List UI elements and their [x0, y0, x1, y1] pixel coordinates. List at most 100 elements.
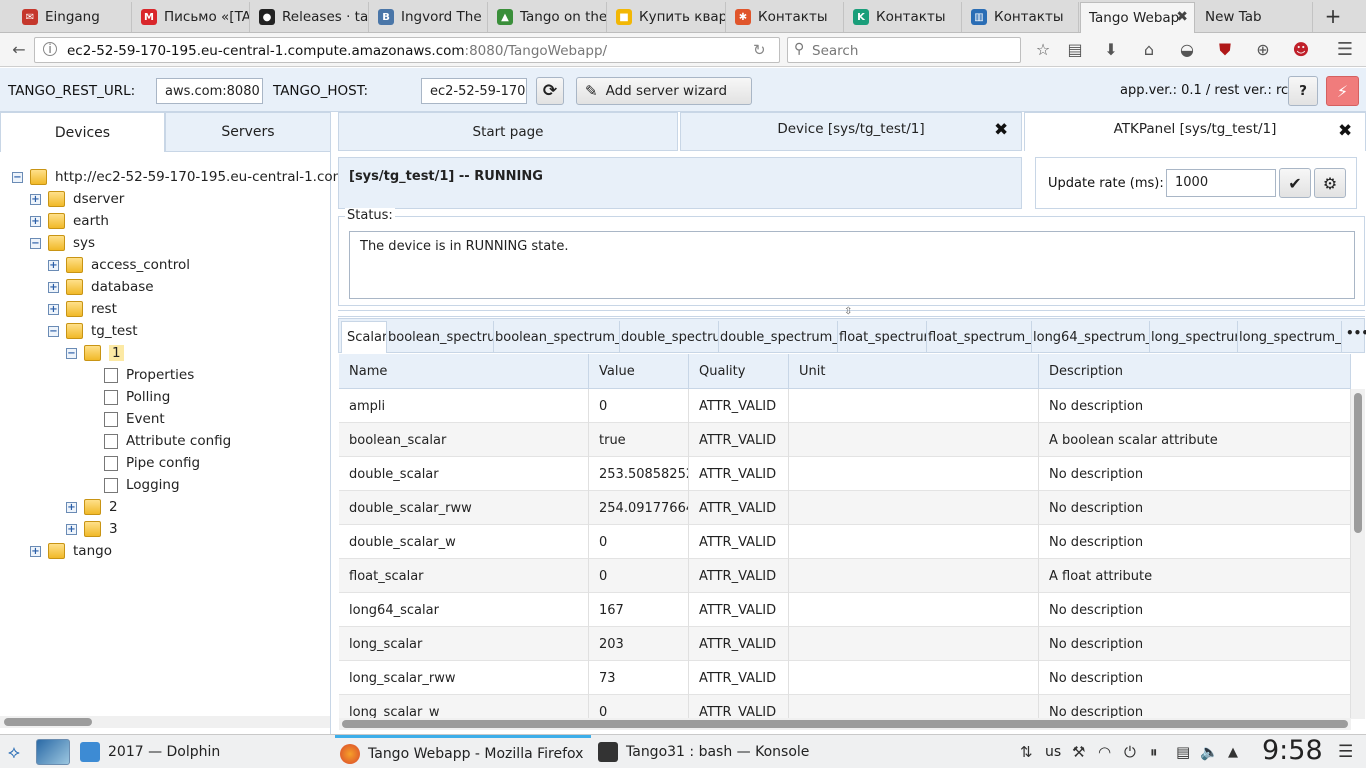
- expand-icon[interactable]: +: [30, 193, 41, 205]
- updates-tray-icon[interactable]: ⚒: [1072, 735, 1085, 769]
- browser-tab[interactable]: ■ Купить квар: [608, 2, 726, 32]
- new-tab-button[interactable]: +: [1320, 4, 1346, 28]
- browser-tab[interactable]: ▲ Tango on the: [489, 2, 607, 32]
- grid-vertical-scrollbar[interactable]: [1351, 389, 1365, 719]
- close-device-tab-icon[interactable]: ✖: [994, 120, 1008, 140]
- desktop-thumb-icon[interactable]: [36, 735, 78, 769]
- grid-hscroll-thumb[interactable]: [342, 720, 1348, 728]
- tree-node-pipe-config[interactable]: Pipe config: [104, 452, 200, 474]
- close-atkpanel-tab-icon[interactable]: ✖: [1338, 121, 1352, 141]
- network-tray-icon[interactable]: ⇅: [1020, 735, 1033, 769]
- browser-tab[interactable]: ▥ Контакты: [963, 2, 1079, 32]
- refresh-button[interactable]: ⟳: [536, 77, 564, 105]
- tree-node-logging[interactable]: Logging: [104, 474, 180, 496]
- table-row[interactable]: double_scalar253.508582528ATTR_VALID No d…: [339, 457, 1351, 491]
- scrollbar-thumb[interactable]: [4, 718, 92, 726]
- tree-node-database[interactable]: + database: [48, 276, 154, 298]
- splitter[interactable]: ⇳: [338, 306, 1365, 317]
- help-button[interactable]: ?: [1288, 76, 1318, 106]
- tree-node-event[interactable]: Event: [104, 408, 165, 430]
- attr-tab-double-spectrum[interactable]: double_spectrum: [620, 321, 719, 353]
- table-row[interactable]: long_scalar_rww 73 ATTR_VALID No descriptio…: [339, 661, 1351, 695]
- back-button-icon[interactable]: ←: [8, 39, 30, 61]
- attr-tab-Scalar[interactable]: Scalar: [341, 321, 387, 353]
- attr-tab-long-spectrum[interactable]: long_spectrum: [1150, 321, 1238, 353]
- close-tab-icon[interactable]: ✖: [1176, 9, 1188, 25]
- tab-servers[interactable]: Servers: [165, 112, 331, 152]
- attr-tab-boolean-spectrum[interactable]: boolean_spectrum: [387, 321, 494, 353]
- tab-start-page[interactable]: Start page: [338, 112, 678, 151]
- settings-button[interactable]: ⚙: [1314, 168, 1346, 198]
- download-icon[interactable]: ⬇: [1100, 39, 1122, 61]
- attr-tab-float-spectrum[interactable]: float_spectrum: [838, 321, 927, 353]
- browser-tab[interactable]: ✱ Контакты: [727, 2, 844, 32]
- target-icon[interactable]: ⊕: [1252, 39, 1274, 61]
- tab-device[interactable]: Device [sys/tg_test/1]: [680, 112, 1022, 151]
- ublock-icon[interactable]: ⛊: [1214, 39, 1236, 61]
- info-icon[interactable]: i: [43, 42, 57, 56]
- tree-node-properties[interactable]: Properties: [104, 364, 194, 386]
- rest-url-input[interactable]: aws.com:8080: [156, 78, 263, 104]
- clipboard-tray-icon[interactable]: ▤: [1176, 735, 1190, 769]
- table-row[interactable]: ampli 0 ATTR_VALID No description: [339, 389, 1351, 423]
- browser-tab[interactable]: K Контакты: [845, 2, 962, 32]
- browser-tab[interactable]: ● Releases · tan: [251, 2, 369, 32]
- tree-node-rest[interactable]: + rest: [48, 298, 117, 320]
- url-bar[interactable]: i ec2-52-59-170-195.eu-central-1.compute…: [34, 37, 780, 63]
- column-header-description[interactable]: Description: [1039, 354, 1351, 389]
- browser-tab[interactable]: B Ingvord The: [370, 2, 488, 32]
- pocket-icon[interactable]: ◒: [1176, 39, 1198, 61]
- task-firefox[interactable]: Tango Webapp - Mozilla Firefox: [335, 735, 591, 769]
- home-icon[interactable]: ⌂: [1138, 39, 1160, 61]
- tree-node-dserver[interactable]: + dserver: [30, 188, 124, 210]
- table-row[interactable]: double_scalar_w 0 ATTR_VALID No description: [339, 525, 1351, 559]
- search-input[interactable]: ⚲ Search: [787, 37, 1021, 63]
- menu-icon[interactable]: ☰: [1334, 39, 1356, 61]
- horizontal-scrollbar[interactable]: [0, 716, 330, 728]
- column-header-quality[interactable]: Quality: [689, 354, 789, 389]
- reading-list-icon[interactable]: ▤: [1064, 39, 1086, 61]
- add-server-wizard-button[interactable]: ✎ Add server wizard: [576, 77, 752, 105]
- tree-node-tango[interactable]: + tango: [30, 540, 112, 562]
- expand-icon[interactable]: +: [48, 303, 59, 315]
- wifi-tray-icon[interactable]: ◠: [1098, 735, 1111, 769]
- collapse-icon[interactable]: −: [12, 171, 23, 183]
- grid-vscroll-thumb[interactable]: [1354, 393, 1362, 533]
- tree-node-attribute-config[interactable]: Attribute config: [104, 430, 231, 452]
- tree-node-http-ec2-52-59-170-195-eu-central-1-compute-a[interactable]: − http://ec2-52-59-170-195.eu-central-1.c…: [12, 166, 389, 188]
- expand-icon[interactable]: +: [48, 259, 59, 271]
- tree-node-sys[interactable]: − sys: [30, 232, 95, 254]
- task-konsole[interactable]: Tango31 : bash — Konsole: [598, 735, 809, 769]
- collapse-icon[interactable]: −: [30, 237, 41, 249]
- keyboard-layout[interactable]: us: [1045, 735, 1061, 769]
- collapse-icon[interactable]: −: [66, 347, 77, 359]
- tree-node-polling[interactable]: Polling: [104, 386, 170, 408]
- browser-tab[interactable]: Tango Webap ✖: [1080, 2, 1195, 33]
- expand-icon[interactable]: +: [66, 501, 77, 513]
- tree-node-access-control[interactable]: + access_control: [48, 254, 190, 276]
- power-tray-icon[interactable]: ⏻: [1124, 735, 1136, 769]
- column-header-name[interactable]: Name: [339, 354, 589, 389]
- tree-node-tg-test[interactable]: − tg_test: [48, 320, 138, 342]
- tree-node-earth[interactable]: + earth: [30, 210, 109, 232]
- apply-rate-button[interactable]: ✔: [1279, 168, 1311, 198]
- column-header-value[interactable]: Value: [589, 354, 689, 389]
- tab-devices[interactable]: Devices: [0, 112, 165, 152]
- tray-expand-icon[interactable]: ▲: [1228, 735, 1238, 769]
- browser-tab[interactable]: New Tab: [1197, 2, 1313, 32]
- extension-icon[interactable]: ☻: [1290, 39, 1312, 61]
- tree-node-2[interactable]: +2: [66, 496, 118, 518]
- tab-atkpanel[interactable]: ATKPanel [sys/tg_test/1]: [1024, 112, 1366, 151]
- browser-tab[interactable]: M Письмо «[TA: [133, 2, 250, 32]
- expand-icon[interactable]: +: [66, 523, 77, 535]
- table-row[interactable]: long64_scalar 167 ATTR_VALID No description: [339, 593, 1351, 627]
- table-row[interactable]: boolean_scalar true ATTR_VALID A boolean sc…: [339, 423, 1351, 457]
- expand-icon[interactable]: +: [48, 281, 59, 293]
- attr-tab-boolean-spectrum-ro[interactable]: boolean_spectrum_ro: [494, 321, 620, 353]
- grid-horizontal-scrollbar[interactable]: [339, 718, 1351, 730]
- media-tray-icon[interactable]: ⏸: [1150, 735, 1158, 769]
- tree-node-1[interactable]: −1: [66, 342, 124, 364]
- reload-icon[interactable]: ↻: [753, 41, 766, 59]
- attr-tab-long-spectrum-ro[interactable]: long_spectrum_ro: [1238, 321, 1342, 353]
- tree-node-3[interactable]: +3: [66, 518, 118, 540]
